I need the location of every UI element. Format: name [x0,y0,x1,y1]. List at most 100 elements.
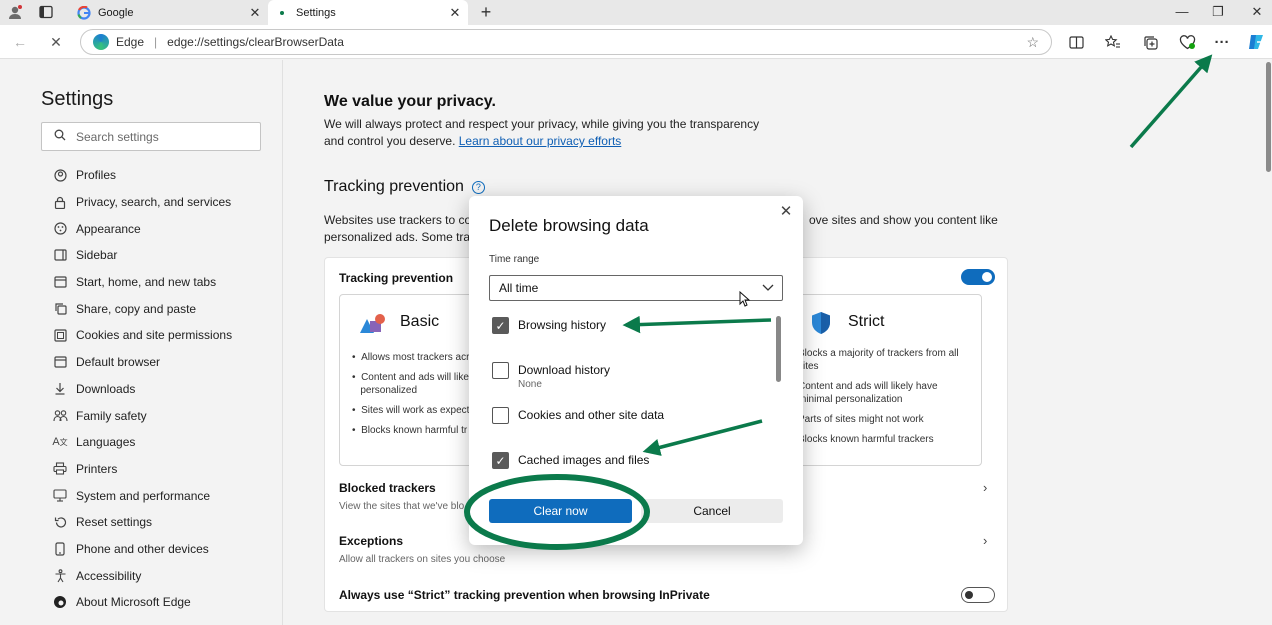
lock-icon [52,194,68,210]
tracking-prevention-title: Tracking prevention [324,178,464,195]
download-icon [52,381,68,397]
search-placeholder: Search settings [76,129,159,144]
minimize-icon[interactable]: — [1167,2,1197,22]
delete-browsing-data-dialog: Delete browsing data ✕ Time range All ti… [469,196,803,545]
more-options-icon[interactable]: ··· [1212,32,1232,52]
browser-essentials-icon[interactable] [1177,32,1197,52]
favorite-star-icon[interactable]: ☆ [1026,34,1039,51]
back-arrow-icon[interactable]: ← [10,32,30,52]
time-range-select[interactable]: All time [489,275,783,301]
shield-icon [810,311,838,335]
page-scrollbar[interactable] [1264,60,1272,625]
stop-loading-icon[interactable]: ✕ [46,32,66,52]
sidebar-item-system[interactable]: System and performance [52,482,232,509]
checkbox-label: Cached images and files [518,453,650,467]
checkbox-label: Download history [518,363,611,377]
close-tab-icon[interactable]: ✕ [446,5,464,21]
sidebar-item-cookies[interactable]: Cookies and site permissions [52,322,232,349]
sidebar-item-label: Share, copy and paste [76,301,197,316]
help-icon[interactable]: ? [471,180,485,194]
browsing-history-checkbox[interactable]: ✓ Browsing history [492,317,606,334]
dialog-title: Delete browsing data [489,216,649,235]
chevron-down-icon [754,282,782,294]
url-text[interactable]: edge://settings/clearBrowserData [167,35,344,49]
sidebar-item-label: Phone and other devices [76,541,209,556]
search-settings-input[interactable]: Search settings [41,122,261,151]
maximize-icon[interactable]: ❐ [1203,2,1233,22]
blocked-trackers-row[interactable]: Blocked trackers View the sites that we'… [339,481,464,512]
address-separator: | [154,35,158,49]
checkbox-label: Cookies and other site data [518,408,665,422]
checkbox-unchecked[interactable] [492,407,509,424]
sidebar-item-default-browser[interactable]: Default browser [52,349,232,376]
tab-actions-icon[interactable] [35,2,57,22]
address-bar[interactable]: Edge | edge://settings/clearBrowserData … [80,29,1052,55]
browser-icon [52,354,68,370]
split-screen-icon[interactable] [1066,32,1086,52]
sidebar-item-printers[interactable]: Printers [52,456,232,483]
privacy-desc-line-1: We will always protect and respect your … [324,117,760,131]
new-tab-icon[interactable]: + [476,2,496,22]
sidebar-item-label: Cookies and site permissions [76,328,233,343]
dialog-scrollbar-thumb[interactable] [776,316,781,382]
sidebar-item-privacy[interactable]: Privacy, search, and services [52,189,232,216]
tab-title: Settings [296,6,336,19]
sidebar-item-label: Privacy, search, and services [76,195,232,210]
clear-now-button[interactable]: Clear now [489,499,632,523]
settings-favicon [274,5,290,21]
cached-images-checkbox[interactable]: ✓ Cached images and files [492,452,649,469]
inprivate-strict-toggle[interactable] [961,587,995,603]
language-icon: A文 [52,436,68,449]
cookies-site-data-checkbox[interactable]: Cookies and other site data [492,407,664,424]
exceptions-subtitle: Allow all trackers on sites you choose [339,554,506,565]
list-item: Blocks known harmful trackers [798,434,934,445]
sidebar-item-profiles[interactable]: Profiles [52,162,232,189]
privacy-efforts-link[interactable]: Learn about our privacy efforts [459,134,622,148]
reset-icon [52,514,68,530]
sidebar-item-about[interactable]: About Microsoft Edge [52,589,232,616]
blocked-trackers-title: Blocked trackers [339,481,436,495]
privacy-desc-line-2: and control you deserve. Learn about our… [324,133,764,150]
family-icon [52,408,68,424]
sidebar-item-appearance[interactable]: Appearance [52,215,232,242]
sidebar-item-downloads[interactable]: Downloads [52,376,232,403]
privacy-title: We value your privacy. [324,93,496,110]
inprivate-label: Always use “Strict” tracking prevention … [339,588,710,602]
close-window-icon[interactable]: ✕ [1242,2,1272,22]
tab-settings[interactable]: Settings ✕ [268,0,468,25]
profile-icon[interactable] [4,2,26,22]
sidebar-item-share[interactable]: Share, copy and paste [52,295,232,322]
sidebar-item-reset[interactable]: Reset settings [52,509,232,536]
sidebar-item-label: About Microsoft Edge [76,595,191,610]
copilot-icon[interactable] [1247,32,1267,52]
cancel-button[interactable]: Cancel [641,499,783,523]
chevron-right-icon[interactable]: › [983,480,987,495]
sidebar-item-phone[interactable]: Phone and other devices [52,536,232,563]
tracking-prevention-toggle[interactable] [961,269,995,285]
sidebar-item-start-home[interactable]: Start, home, and new tabs [52,269,232,296]
close-tab-icon[interactable]: ✕ [246,5,264,21]
strict-bullets: Blocks a majority of trackers from all s… [798,347,973,453]
download-history-checkbox[interactable]: Download history None [492,362,610,391]
home-icon [52,274,68,290]
sidebar-item-languages[interactable]: A 文 Languages [52,429,232,456]
sidebar-item-label: Accessibility [76,568,142,583]
favorites-icon[interactable] [1103,32,1123,52]
site-identity: Edge [116,35,145,49]
checkbox-checked[interactable]: ✓ [492,452,509,469]
list-item: Parts of sites might not work [798,414,924,425]
sidebar-item-family-safety[interactable]: Family safety [52,402,232,429]
search-icon [54,129,66,144]
system-icon [52,488,68,504]
collections-icon[interactable] [1140,32,1160,52]
sidebar-item-sidebar[interactable]: Sidebar [52,242,232,269]
sidebar-item-label: Reset settings [76,515,153,530]
scrollbar-thumb[interactable] [1266,62,1271,172]
checkbox-unchecked[interactable] [492,362,509,379]
sidebar-item-accessibility[interactable]: Accessibility [52,562,232,589]
checkbox-checked[interactable]: ✓ [492,317,509,334]
level-strict[interactable]: Strict Blocks a majority of trackers fro… [795,294,982,466]
chevron-right-icon[interactable]: › [983,533,987,548]
close-icon[interactable]: ✕ [776,202,796,222]
tab-google[interactable]: Google ✕ [70,0,268,25]
